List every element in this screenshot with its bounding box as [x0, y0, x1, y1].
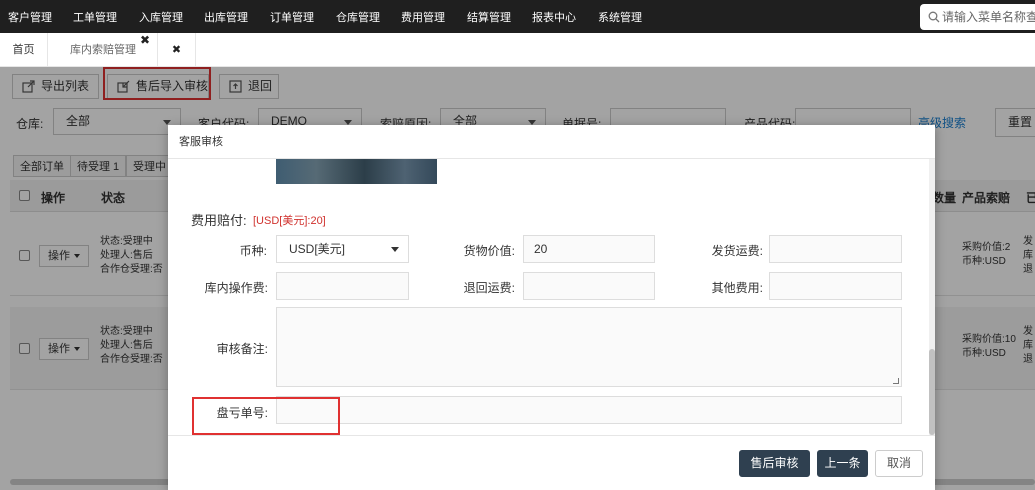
- fee-summary: [USD[美元]:20]: [253, 215, 326, 227]
- close-all-tabs-icon[interactable]: ✖: [158, 33, 196, 67]
- currency-select[interactable]: USD[美元]: [276, 235, 409, 263]
- nav-item-reports[interactable]: 报表中心: [532, 9, 576, 25]
- modal-scrollbar-thumb[interactable]: [929, 349, 935, 435]
- top-navigation: 客户管理 工单管理 入库管理 出库管理 订单管理 仓库管理 费用管理 结算管理 …: [0, 0, 1035, 33]
- claim-photo: [276, 159, 437, 184]
- review-remark-textarea[interactable]: [276, 307, 902, 387]
- currency-label: 币种:: [239, 244, 267, 258]
- modal-title: 客服审核: [168, 125, 935, 159]
- after-sales-review-button[interactable]: 售后审核: [739, 450, 810, 477]
- highlight-loss-order: [192, 397, 340, 435]
- resize-handle-icon[interactable]: [893, 378, 899, 384]
- other-fee-input[interactable]: [769, 272, 902, 300]
- shipping-fee-label: 发货运费:: [711, 244, 763, 258]
- tab-claim-management-label: 库内索赔管理: [70, 44, 136, 56]
- nav-item-outbound[interactable]: 出库管理: [204, 9, 248, 25]
- shipping-fee-input[interactable]: [769, 235, 902, 263]
- tab-close-icon[interactable]: ✖: [140, 23, 150, 57]
- nav-item-warehouse[interactable]: 仓库管理: [336, 9, 380, 25]
- return-fee-label: 退回运费:: [463, 281, 515, 295]
- other-fee-label: 其他费用:: [711, 281, 763, 295]
- tab-bar: 首页 库内索赔管理 ✖ ✖: [0, 33, 1035, 67]
- search-icon: [928, 11, 940, 23]
- nav-item-ticket[interactable]: 工单管理: [73, 9, 117, 25]
- modal-body: 费用赔付: [USD[美元]:20] 币种: USD[美元] 货物价值: 20 …: [168, 159, 935, 435]
- modal-footer: 售后审核 上一条 取消: [168, 435, 935, 490]
- menu-search-box: [920, 4, 1035, 30]
- fee-compensation-title: 费用赔付:: [191, 213, 247, 228]
- return-fee-input[interactable]: [523, 272, 655, 300]
- review-modal: 客服审核 费用赔付: [USD[美元]:20] 币种: USD[美元] 货物价值…: [168, 125, 935, 490]
- chevron-down-icon: [391, 247, 399, 252]
- tab-claim-management[interactable]: 库内索赔管理 ✖: [47, 33, 158, 67]
- currency-select-value: USD[美元]: [289, 242, 346, 256]
- previous-button[interactable]: 上一条: [817, 450, 868, 477]
- ops-fee-label: 库内操作费:: [204, 281, 268, 295]
- nav-item-fees[interactable]: 费用管理: [401, 9, 445, 25]
- goods-value-input[interactable]: 20: [523, 235, 655, 263]
- review-remark-label: 审核备注:: [216, 342, 268, 356]
- goods-value-label: 货物价值:: [463, 244, 515, 258]
- nav-item-system[interactable]: 系统管理: [598, 9, 642, 25]
- loss-order-input[interactable]: [276, 396, 902, 424]
- cancel-button[interactable]: 取消: [875, 450, 923, 477]
- nav-item-settlement[interactable]: 结算管理: [467, 9, 511, 25]
- menu-search-input[interactable]: [942, 8, 1035, 26]
- ops-fee-input[interactable]: [276, 272, 409, 300]
- nav-item-order[interactable]: 订单管理: [270, 9, 314, 25]
- nav-item-customer[interactable]: 客户管理: [8, 9, 52, 25]
- tab-home[interactable]: 首页: [0, 33, 47, 67]
